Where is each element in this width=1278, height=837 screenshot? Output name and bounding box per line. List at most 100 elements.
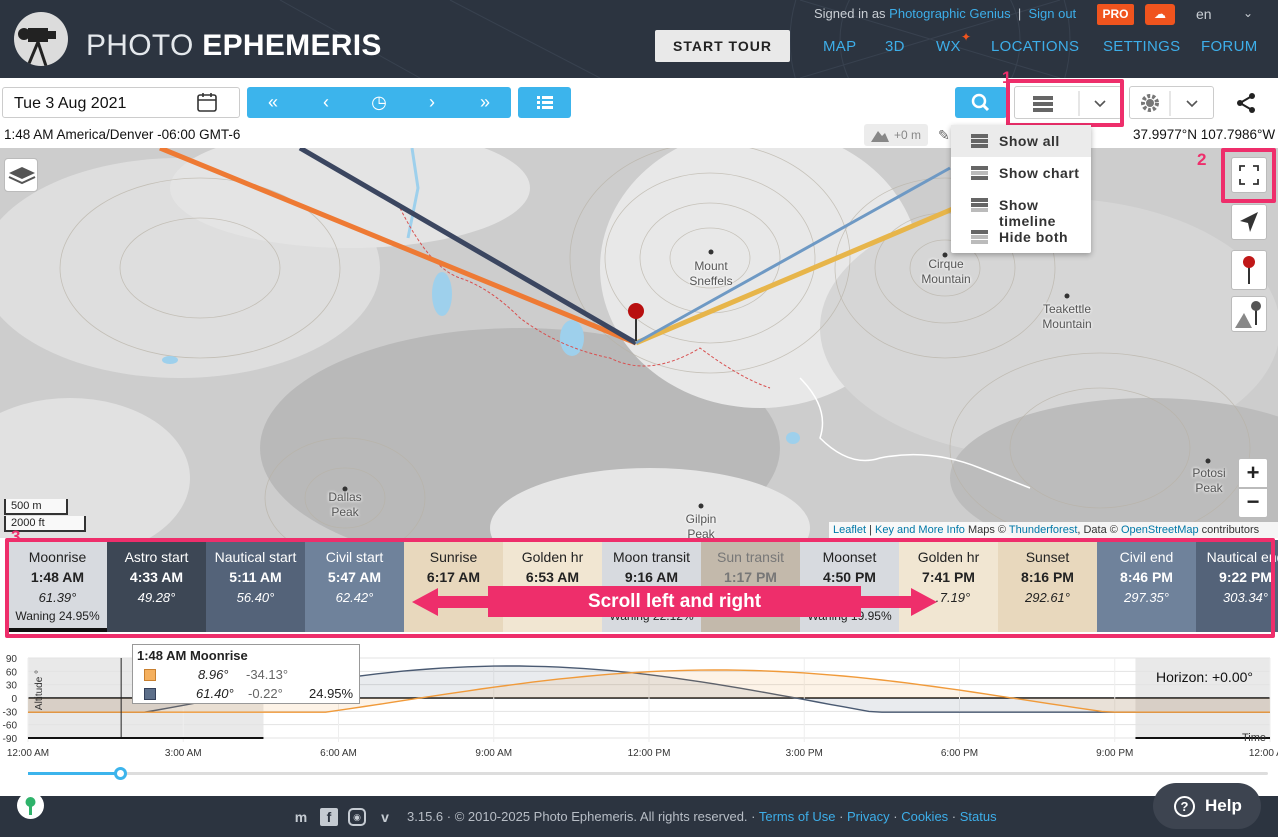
nav-map[interactable]: MAP <box>823 38 856 55</box>
y-tick-label: -60 <box>3 721 18 732</box>
elevation-value: +0 m <box>894 128 922 142</box>
map-label-potosi-peak: Potosi Peak <box>1192 466 1226 495</box>
brand-bold: EPHEMERIS <box>202 29 382 62</box>
leaflet-link[interactable]: Leaflet <box>833 524 866 536</box>
show-all-icon <box>971 134 988 148</box>
nav-wx[interactable]: WX <box>936 38 961 55</box>
brand-title[interactable]: PHOTO EPHEMERIS <box>86 29 382 63</box>
terms-link[interactable]: Terms of Use <box>759 809 836 824</box>
map-label-cirque-mountain: Cirque Mountain <box>921 257 971 286</box>
gear-icon <box>1141 91 1198 116</box>
x-tick-label: 9:00 PM <box>1096 748 1133 759</box>
osm-link[interactable]: OpenStreetMap <box>1121 524 1199 536</box>
mastodon-icon[interactable]: m <box>292 808 310 826</box>
footer-dot: · <box>835 809 848 824</box>
signed-in-prefix: Signed in as <box>814 6 890 21</box>
nav-3d[interactable]: 3D <box>885 38 905 55</box>
step-back-icon[interactable]: ‹ <box>300 87 352 118</box>
status-link[interactable]: Status <box>960 809 997 824</box>
new-star-icon: ✦ <box>961 30 972 44</box>
layers-button[interactable] <box>4 158 38 192</box>
step-forward-icon[interactable]: › <box>406 87 458 118</box>
fast-back-icon[interactable]: « <box>247 87 299 118</box>
menu-item-hide-both[interactable]: Hide both <box>951 221 1091 253</box>
calendar-icon[interactable] <box>196 92 218 112</box>
x-axis-label: Time <box>1242 732 1266 744</box>
chevron-down-icon[interactable]: ⌄ <box>1243 6 1253 20</box>
annotation-number-1: 1 <box>1002 68 1012 87</box>
privacy-link[interactable]: Privacy <box>847 809 890 824</box>
time-navigation: « ‹ ◷ › » <box>247 87 511 118</box>
chart-tooltip: 1:48 AM Moonrise 8.96° -34.13° 61.40° -0… <box>132 644 360 704</box>
facebook-icon[interactable]: f <box>320 808 338 826</box>
footer-dot: · <box>889 809 902 824</box>
zoom-in-button[interactable]: + <box>1238 458 1268 488</box>
camera-logo-icon[interactable] <box>14 12 68 66</box>
menu-item-show-all[interactable]: Show all <box>951 125 1091 157</box>
menu-label: Show all <box>999 133 1060 149</box>
tooltip-moon-phase: 24.95% <box>309 686 354 701</box>
tooltip-sun-alt: 8.96° <box>198 667 229 682</box>
key-info-link[interactable]: Key and More Info <box>875 524 965 536</box>
scale-metric: 500 m <box>4 499 68 515</box>
x-tick-label: 6:00 PM <box>941 748 978 759</box>
x-tick-label: 3:00 AM <box>165 748 202 759</box>
y-tick-label: 90 <box>6 654 18 665</box>
share-icon[interactable] <box>1234 91 1258 115</box>
instagram-icon[interactable]: ◉ <box>348 808 366 826</box>
pencil-icon[interactable]: ✎ <box>938 127 950 144</box>
y-tick-label: 60 <box>6 667 18 678</box>
annotation-box-2 <box>1221 148 1276 203</box>
elevation-control[interactable]: +0 m <box>864 124 928 146</box>
arrow-right-icon <box>859 588 937 616</box>
red-pin-button[interactable] <box>1231 250 1267 290</box>
footer-copyright: 3.15.6 · © 2010-2025 Photo Ephemeris. Al… <box>407 809 759 824</box>
zoom-out-button[interactable]: − <box>1238 488 1268 518</box>
list-icon <box>537 96 553 109</box>
tooltip-moon-alt: 61.40° <box>196 686 234 701</box>
grey-pin-button[interactable] <box>1231 296 1267 332</box>
menu-item-show-chart[interactable]: Show chart <box>951 157 1091 189</box>
nav-forum[interactable]: FORUM <box>1201 38 1258 55</box>
y-axis-label: Altitude ° <box>34 670 45 710</box>
time-slider-handle[interactable] <box>114 767 127 780</box>
cloud-sync-icon[interactable]: ☁ <box>1145 4 1175 25</box>
map-attribution: Leaflet | Key and More Info Maps © Thund… <box>829 522 1278 538</box>
locate-button[interactable] <box>1231 204 1267 240</box>
y-tick-label: 0 <box>11 694 17 705</box>
vimeo-icon[interactable]: v <box>376 808 394 826</box>
tooltip-sun-az: -34.13° <box>246 667 289 682</box>
separator: | <box>1017 6 1022 21</box>
user-link[interactable]: Photographic Genius <box>889 6 1010 21</box>
view-layout-menu: Show all Show chart Show timeline Hide b… <box>951 125 1091 253</box>
nav-locations[interactable]: LOCATIONS <box>991 38 1079 55</box>
list-view-button[interactable] <box>518 87 571 118</box>
time-slider-track[interactable] <box>28 772 1268 775</box>
mountain-pin-icon <box>1235 301 1261 328</box>
attrib-data: , Data © <box>1077 524 1121 536</box>
fast-forward-icon[interactable]: » <box>459 87 511 118</box>
y-tick-label: -90 <box>3 734 18 745</box>
search-button[interactable] <box>955 87 1007 118</box>
annotation-number-3: 3 <box>11 527 21 546</box>
settings-select[interactable] <box>1129 86 1214 119</box>
arrow-left-icon <box>412 588 490 616</box>
map-label-mount-sneffels: Mount Sneffels <box>689 259 733 288</box>
help-button[interactable]: Help <box>1153 783 1261 829</box>
language-select[interactable]: en <box>1196 6 1212 22</box>
horizon-label: Horizon: +0.00° <box>1156 669 1253 685</box>
footer-dot: · <box>948 809 960 824</box>
scroll-hint-banner: Scroll left and right <box>488 586 861 617</box>
cookies-link[interactable]: Cookies <box>901 809 948 824</box>
start-tour-button[interactable]: START TOUR <box>655 30 790 62</box>
nav-settings[interactable]: SETTINGS <box>1103 38 1180 55</box>
signin-status: Signed in as Photographic Genius | Sign … <box>814 6 1076 21</box>
now-clock-icon[interactable]: ◷ <box>353 87 405 118</box>
footer-text: 3.15.6 · © 2010-2025 Photo Ephemeris. Al… <box>407 809 997 824</box>
menu-item-show-timeline[interactable]: Show timeline <box>951 189 1091 229</box>
sign-out-link[interactable]: Sign out <box>1028 6 1076 21</box>
show-timeline-icon <box>971 198 988 212</box>
pro-badge[interactable]: PRO <box>1097 4 1134 25</box>
location-marker-icon[interactable] <box>17 792 44 819</box>
thunderforest-link[interactable]: Thunderforest <box>1009 524 1077 536</box>
